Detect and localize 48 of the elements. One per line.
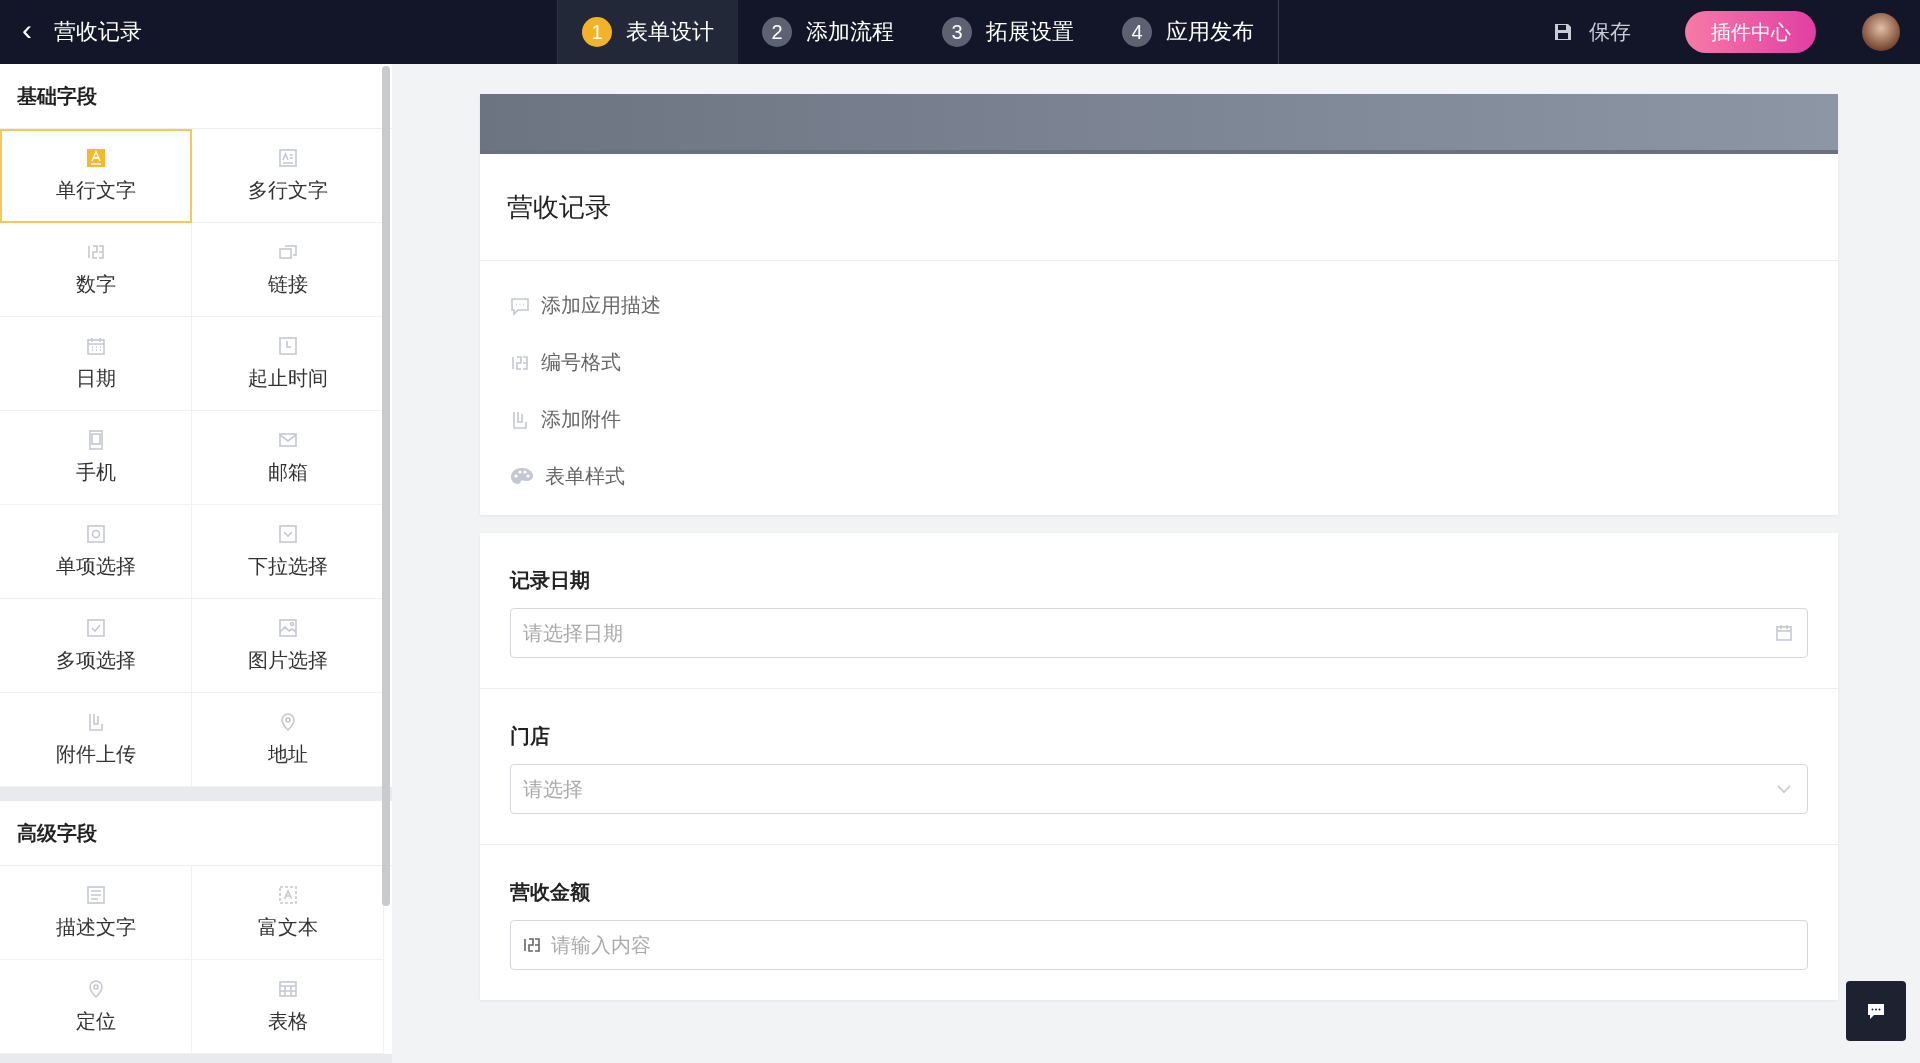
checkbox-icon (85, 617, 106, 638)
input-field[interactable]: 请输入内容 (510, 920, 1808, 970)
field-type-item[interactable]: 手机 (0, 411, 192, 505)
chat-bubble-icon (1866, 1001, 1886, 1021)
multiline-text-icon (277, 147, 298, 168)
form-option-link[interactable]: 添加应用描述 (510, 277, 661, 334)
form-option-link[interactable]: 编号格式 (510, 334, 621, 391)
field-type-item[interactable]: 单项选择 (0, 505, 192, 599)
form-option-link[interactable]: 表单样式 (510, 448, 625, 505)
step-tab[interactable]: 2 添加流程 (738, 0, 918, 64)
step-tab[interactable]: 4 应用发布 (1098, 0, 1278, 64)
step-tab[interactable]: 1 表单设计 (558, 0, 738, 64)
dropdown-icon (277, 523, 298, 544)
field-type-item[interactable]: 日期 (0, 317, 192, 411)
palette-icon (510, 466, 534, 487)
field-type-item[interactable]: 描述文字 (0, 866, 192, 960)
back-button[interactable]: ‹ (0, 15, 54, 49)
table-icon (277, 978, 298, 999)
save-button[interactable]: 保存 (1553, 18, 1631, 46)
radio-icon (85, 523, 106, 544)
avatar[interactable] (1862, 13, 1900, 51)
form-option-link[interactable]: 添加附件 (510, 391, 621, 448)
field-type-item[interactable]: 表格 (192, 960, 384, 1054)
image-icon (277, 617, 298, 638)
form-title: 营收记录 (480, 154, 1838, 261)
rich-text-icon (277, 884, 298, 905)
field-type-item[interactable]: 数字 (0, 223, 192, 317)
number-icon (522, 935, 542, 955)
field-label: 记录日期 (510, 568, 591, 593)
field-type-item[interactable]: 单行文字 (0, 129, 192, 223)
field-type-item[interactable]: 定位 (0, 960, 192, 1054)
comment-icon (510, 295, 530, 316)
chat-button[interactable] (1846, 981, 1906, 1041)
step-tab[interactable]: 3 拓展设置 (918, 0, 1098, 64)
field-label: 门店 (510, 724, 551, 749)
field-type-item[interactable]: 附件上传 (0, 693, 192, 787)
attachment-icon (510, 409, 530, 430)
calendar-icon (85, 335, 106, 356)
clock-icon (277, 335, 298, 356)
field-label: 营收金额 (510, 880, 591, 905)
input-field[interactable]: 请选择日期 (510, 608, 1808, 658)
field-type-item[interactable]: 多项选择 (0, 599, 192, 693)
select-field[interactable]: 请选择 (510, 764, 1808, 814)
scrollbar[interactable] (382, 66, 390, 906)
calendar-icon (1774, 623, 1794, 643)
text-field-icon (86, 148, 106, 168)
document-lines-icon (85, 884, 106, 905)
app-title: 营收记录 (54, 18, 143, 46)
